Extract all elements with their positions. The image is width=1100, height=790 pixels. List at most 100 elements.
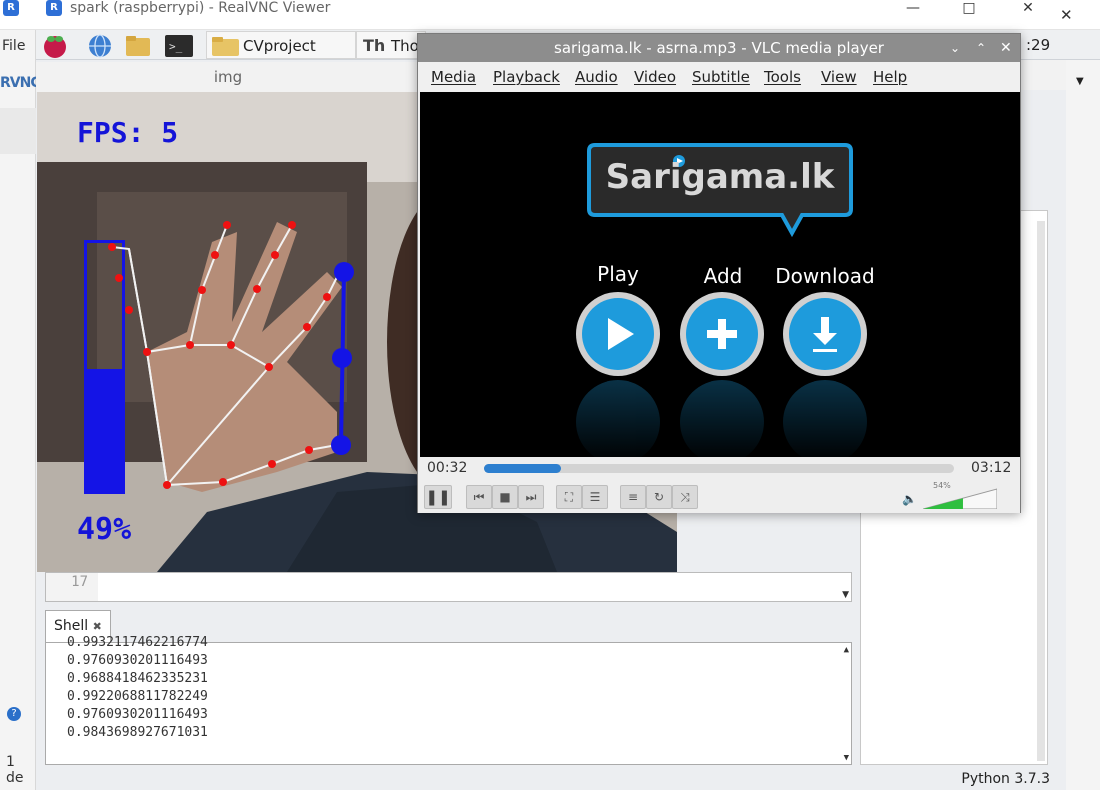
playlist-button[interactable]: ≡: [620, 485, 646, 509]
vlc-menu-bar: Media Playback Audio Video Subtitle Tool…: [418, 62, 1020, 92]
landmark-edge: [128, 248, 148, 353]
landmark-edge: [230, 266, 343, 369]
shell-line: 0.9688418462335231: [67, 671, 208, 686]
fullscreen-button[interactable]: ⛶: [556, 485, 582, 509]
vlc-seek-row: 00:32 03:12: [418, 457, 1020, 481]
raspberry-menu-icon[interactable]: [41, 33, 69, 59]
close-icon[interactable]: ✖: [93, 620, 102, 633]
menu-view[interactable]: View: [821, 68, 857, 86]
shell-line-partial: 0.9932117462216774: [67, 635, 208, 650]
speaker-icon[interactable]: 🔈: [902, 492, 917, 506]
img-window-title: img: [36, 62, 420, 92]
shell-line: 0.9922068811782249: [67, 689, 208, 704]
add-promo-label: Add: [703, 264, 743, 288]
shell-output[interactable]: 0.9932117462216774 0.9760930201116493 0.…: [45, 635, 852, 765]
browser-globe-icon[interactable]: [86, 33, 114, 59]
interpreter-status: Python 3.7.3: [961, 771, 1050, 787]
midpoint-marker: [332, 348, 352, 368]
landmark-point: [198, 286, 206, 294]
vnc-title-bar: R R spark (raspberrypi) - RealVNC Viewer…: [0, 0, 1100, 30]
volume-slider[interactable]: 54%: [923, 481, 997, 509]
taskbar-item-thonny[interactable]: Th Tho: [356, 31, 426, 59]
chevron-up-icon[interactable]: ⌃: [976, 34, 986, 62]
help-icon[interactable]: ?: [7, 707, 21, 721]
host-file-menu[interactable]: File: [2, 38, 25, 54]
line-gutter: 17: [46, 573, 98, 601]
taskbar-item-cvproject[interactable]: CVproject: [206, 31, 356, 59]
scroll-down-arrow-icon[interactable]: ▼: [842, 590, 849, 600]
chevron-down-icon[interactable]: ▼: [1076, 76, 1084, 87]
taskbar-item-label: CVproject: [243, 37, 316, 55]
logo-text: Sarigama.lk: [605, 157, 835, 197]
shell-line: 0.9843698927671031: [67, 725, 208, 740]
landmark-point: [186, 341, 194, 349]
vnc-app-icon-2: R: [46, 0, 62, 16]
code-editor[interactable]: 17 ▼: [45, 572, 852, 602]
tab-shell-label: Shell: [54, 618, 89, 634]
landmark-point: [211, 251, 219, 259]
seek-bar[interactable]: [484, 464, 954, 473]
vlc-video-area[interactable]: Sarigama.lk Play Add Download: [420, 92, 1020, 457]
index-tip-marker: [331, 435, 351, 455]
add-circle-icon: [680, 292, 764, 376]
landmark-point: [268, 460, 276, 468]
landmark-point: [227, 341, 235, 349]
host-divider: [0, 108, 36, 154]
stop-button[interactable]: ■: [492, 485, 518, 509]
sarigama-logo: Sarigama.lk: [587, 143, 853, 238]
landmark-point: [265, 363, 273, 371]
time-total: 03:12: [971, 460, 1012, 476]
line-number: 17: [71, 574, 88, 590]
menu-audio[interactable]: Audio: [575, 68, 618, 86]
landmark-point: [288, 221, 296, 229]
volume-triangle: [923, 488, 997, 509]
host-app-left-edge: File RVNC ? 1 de: [0, 30, 41, 790]
landmark-point: [303, 323, 311, 331]
shuffle-button[interactable]: ⤨: [672, 485, 698, 509]
menu-media[interactable]: Media: [431, 68, 476, 86]
landmark-point: [125, 306, 133, 314]
loop-button[interactable]: ↻: [646, 485, 672, 509]
close-icon[interactable]: ✕: [1000, 34, 1012, 62]
landmark-point: [305, 446, 313, 454]
thumb-tip-marker: [334, 262, 354, 282]
landmark-point: [108, 243, 116, 251]
landmark-edge: [166, 366, 270, 486]
download-circle-icon: [783, 292, 867, 376]
landmark-point: [163, 481, 171, 489]
menu-subtitle[interactable]: Subtitle: [692, 68, 750, 86]
scroll-up-arrow-icon[interactable]: ▲: [844, 645, 849, 655]
extended-settings-button[interactable]: ☰: [582, 485, 608, 509]
vlc-window: sarigama.lk - asrna.mp3 - VLC media play…: [417, 33, 1021, 513]
landmark-point: [253, 285, 261, 293]
download-promo-label: Download: [775, 264, 875, 288]
minimize-button[interactable]: —: [890, 0, 936, 16]
thonny-icon: Th: [363, 36, 386, 55]
seek-bar-fill: [484, 464, 562, 473]
file-manager-icon[interactable]: [124, 33, 152, 59]
menu-playback[interactable]: Playback: [493, 68, 560, 86]
pause-button[interactable]: ❚❚: [424, 485, 452, 509]
vnc-app-icon: R: [3, 0, 19, 16]
next-button[interactable]: ⏭: [518, 485, 544, 509]
maximize-button[interactable]: □: [946, 0, 992, 16]
shell-line: 0.9760930201116493: [67, 707, 208, 722]
menu-tools[interactable]: Tools: [764, 68, 801, 86]
landmark-point: [143, 348, 151, 356]
taskbar-clock: :29: [1026, 36, 1051, 54]
vlc-controls: ❚❚ ⏮ ■ ⏭ ⛶ ☰ ≡ ↻ ⤨ 🔈 54%: [418, 481, 1020, 513]
assistant-scrollbar[interactable]: [1037, 221, 1045, 761]
host-status-text: 1 de: [6, 754, 24, 786]
menu-video[interactable]: Video: [634, 68, 676, 86]
host-close-icon[interactable]: ✕: [1060, 6, 1073, 24]
previous-button[interactable]: ⏮: [466, 485, 492, 509]
volume-percent-label: 54%: [933, 481, 951, 490]
terminal-icon[interactable]: >_: [164, 33, 193, 59]
close-button[interactable]: ✕: [1005, 0, 1051, 16]
vlc-title-bar: sarigama.lk - asrna.mp3 - VLC media play…: [418, 34, 1020, 62]
scroll-down-arrow-icon[interactable]: ▼: [844, 753, 849, 763]
time-elapsed: 00:32: [427, 460, 468, 476]
menu-help[interactable]: Help: [873, 68, 907, 86]
landmark-point: [271, 251, 279, 259]
chevron-down-icon[interactable]: ⌄: [950, 34, 960, 62]
